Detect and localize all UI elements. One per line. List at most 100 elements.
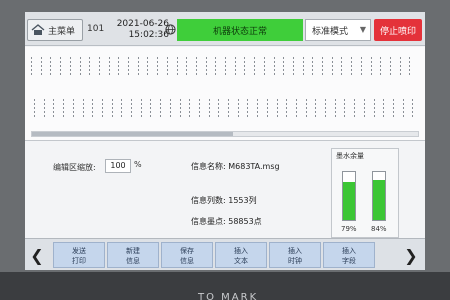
dot-column [69,57,71,77]
dot-column [305,99,307,119]
dot-column [331,57,333,77]
dot-column [283,57,285,77]
dot-column [195,57,197,77]
globe-icon[interactable] [165,24,176,35]
message-preview[interactable] [25,47,425,141]
dot-column [60,57,62,77]
dot-column [225,57,226,77]
dot-column [237,99,239,119]
ink-gauge-1-fill [343,182,355,220]
dot-column [128,57,129,77]
ink-level-title: 墨水余量 [336,152,364,160]
preview-scrollbar[interactable] [31,131,419,137]
chevron-down-icon: ▼ [359,25,366,34]
dot-column [322,57,323,77]
dot-column [150,99,152,119]
top-bar: 主菜单 101 2021-06-26 15:02:36 机器状态正常 标准模式 … [25,12,425,46]
dot-column [312,57,314,77]
dot-column [218,99,220,119]
zoom-label: 编辑区缩放: [53,163,96,172]
dot-column [34,99,35,119]
insert-field-label-2: 字段 [342,257,356,265]
dot-column [186,57,188,77]
dot-column [89,57,91,77]
dot-column [198,99,200,119]
dot-column [228,99,229,119]
dot-column [286,99,288,119]
dot-column [373,99,375,119]
dot-column [315,99,317,119]
message-info-panel: 编辑区缩放: 100 % 信息名称: M683TA.msg 信息列数: 1553… [25,142,425,238]
ink-gauge-2 [372,171,386,221]
dot-column [351,57,353,77]
dot-column [363,99,365,119]
message-ink-dots: 信息墨点: 58853点 [191,217,262,226]
dot-column [63,99,65,119]
date-text: 2021-06-26 [116,19,169,29]
dot-column [295,99,297,119]
dot-column [79,57,81,77]
insert-field-button[interactable]: 插入 字段 [323,242,375,268]
new-message-button[interactable]: 新建 信息 [107,242,159,268]
dot-column [82,99,84,119]
dot-column [360,57,362,77]
send-print-button[interactable]: 发送 打印 [53,242,105,268]
machine-status-text: 机器状态正常 [212,26,267,37]
dot-column [205,57,207,77]
main-menu-button[interactable]: 主菜单 [27,19,83,41]
zoom-input[interactable]: 100 [105,159,131,173]
dot-column [392,99,394,119]
ink-gauge-1 [342,171,356,221]
home-icon [31,24,45,35]
dot-column [276,99,278,119]
dot-column [412,99,414,119]
dot-column [157,57,159,77]
insert-text-button[interactable]: 插入 文本 [215,242,267,268]
insert-text-label-2: 文本 [234,257,248,265]
dot-column [334,99,336,119]
dot-column [92,99,94,119]
dot-column [380,57,382,77]
ink-gauge-2-fill [373,179,385,220]
dot-column [215,57,217,77]
dot-column [292,57,294,77]
chevron-left-icon[interactable]: ❮ [27,244,47,266]
dot-column [108,57,110,77]
insert-clock-button[interactable]: 插入 时钟 [269,242,321,268]
device-bezel-bottom: TO MARK [0,272,450,300]
dot-column [166,57,168,77]
insert-clock-label-1: 插入 [288,247,302,255]
dot-column [208,99,210,119]
send-print-label-1: 发送 [72,247,86,255]
dot-column [341,57,343,77]
insert-text-label-1: 插入 [234,247,248,255]
save-message-label-1: 保存 [180,247,194,255]
dot-column [147,57,149,77]
dot-column [101,99,103,119]
dot-column [389,57,391,77]
message-columns: 信息列数: 1553列 [191,196,257,205]
dot-column [383,99,385,119]
dot-column [399,57,401,77]
dot-pattern-row-bottom [31,99,421,119]
chevron-right-icon[interactable]: ❯ [401,244,421,266]
dot-column [179,99,181,119]
save-message-button[interactable]: 保存 信息 [161,242,213,268]
stop-printing-label: 停止喷印 [379,26,416,37]
dot-column [244,57,246,77]
device-brand-logo: TO MARK [198,292,259,300]
dot-column [247,99,249,119]
preview-scrollbar-thumb[interactable] [32,132,233,136]
dot-column [50,57,52,77]
message-counter: 101 [87,24,105,34]
mode-select[interactable]: 标准模式 ▼ [305,19,371,41]
dot-column [160,99,162,119]
stop-printing-button[interactable]: 停止喷印 [374,19,422,41]
mode-select-value: 标准模式 [312,26,349,37]
dot-column [40,57,42,77]
insert-clock-label-2: 时钟 [288,257,302,265]
time-text: 15:02:36 [128,30,169,40]
dot-column [344,99,346,119]
dot-column [409,57,411,77]
ink-gauge-2-percent: 84% [371,225,387,233]
